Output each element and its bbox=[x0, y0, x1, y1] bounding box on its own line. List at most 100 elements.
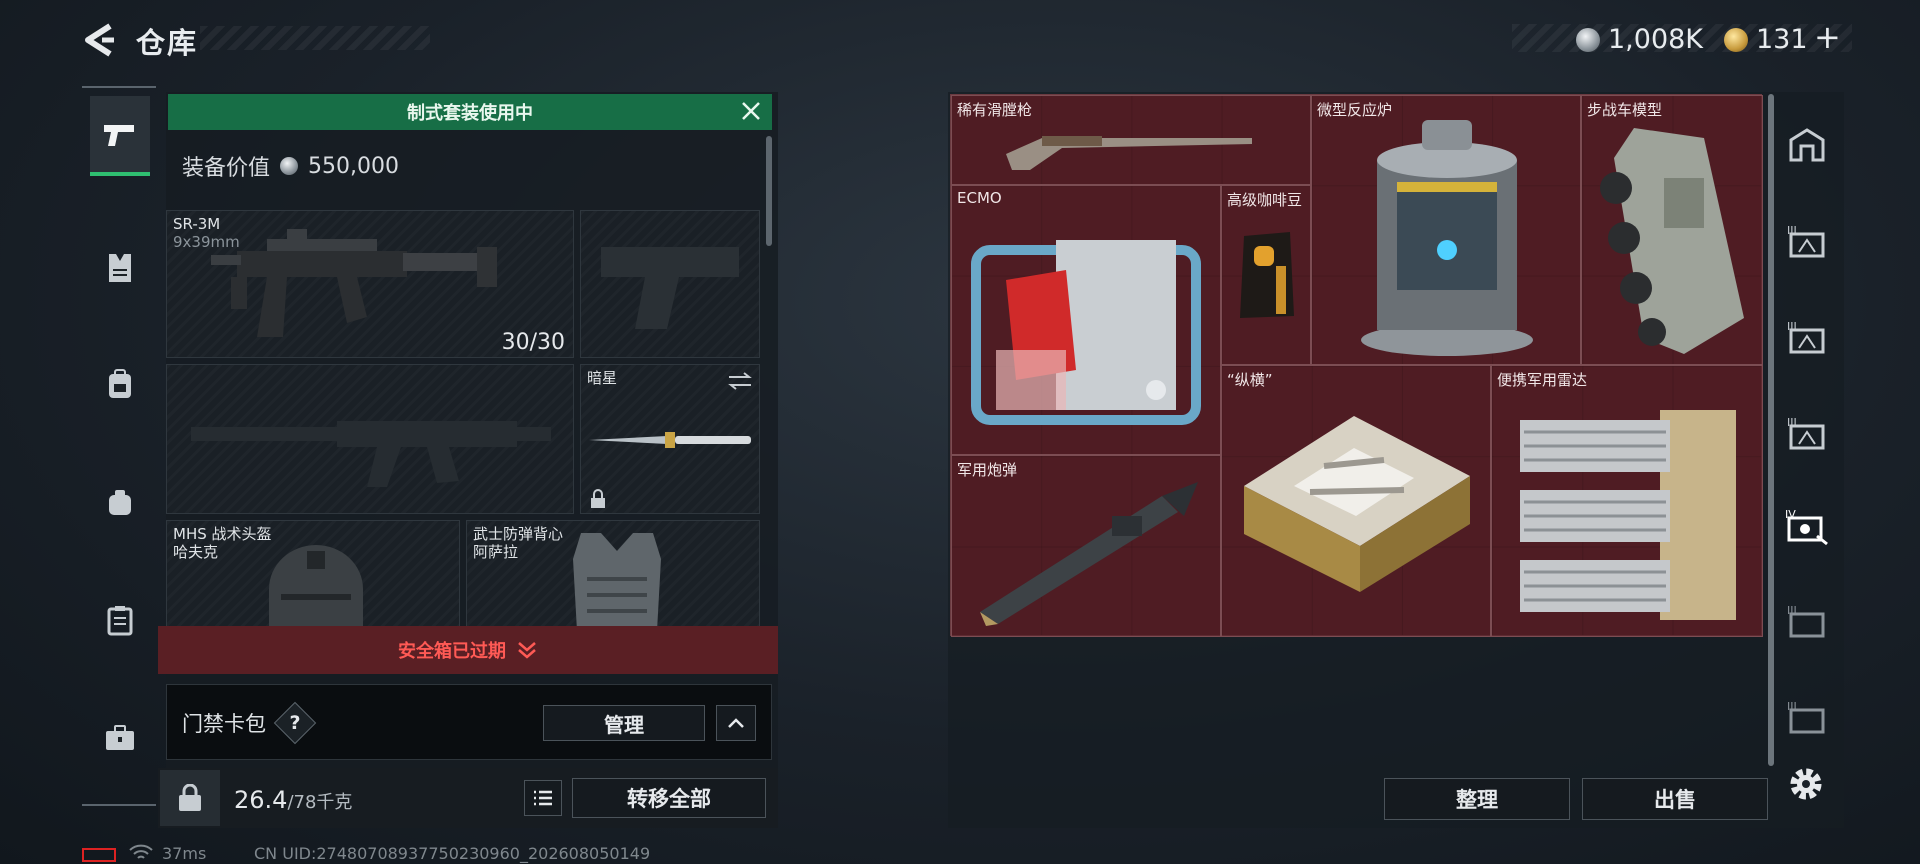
settings-gear-icon[interactable] bbox=[1784, 762, 1828, 806]
item-label: 便携军用雷达 bbox=[1497, 371, 1588, 389]
chess-set-icon bbox=[1244, 416, 1470, 592]
item-label: 步战车模型 bbox=[1587, 101, 1663, 119]
safe-box-status: 安全箱已过期 bbox=[398, 641, 506, 662]
portable-radar-icon bbox=[1520, 410, 1736, 620]
add-currency-button[interactable]: + bbox=[1814, 18, 1841, 56]
carry-weight-max: /78千克 bbox=[287, 792, 353, 813]
equipment-value-label: 装备价值 bbox=[182, 156, 271, 181]
item-label: 高级咖啡豆 bbox=[1227, 191, 1303, 209]
helmet-icon bbox=[269, 545, 363, 631]
tier-3-storage-icon: III bbox=[1787, 320, 1825, 354]
briefcase-icon bbox=[106, 725, 134, 750]
nav-item-case[interactable] bbox=[90, 580, 150, 660]
wifi-icon bbox=[129, 844, 153, 859]
tier-3-storage-icon: III bbox=[1787, 700, 1825, 734]
nav-divider bbox=[82, 86, 156, 88]
stash-grid: 稀有滑膛枪 微型反应炉 步战车模型 ECMO 高级咖啡豆 “纵横” 便携军用雷达… bbox=[950, 94, 1763, 637]
list-icon bbox=[534, 790, 552, 806]
sell-button[interactable]: 出售 bbox=[1582, 778, 1768, 820]
stash-item-artillery-shell[interactable]: 军用炮弹 bbox=[951, 455, 1221, 637]
carry-weight: 26.4/78千克 bbox=[234, 786, 352, 814]
ping-value: 37ms bbox=[162, 844, 207, 863]
storage-tab-1[interactable]: III bbox=[1782, 214, 1832, 266]
armor-subtitle: 阿萨拉 bbox=[473, 543, 519, 561]
body-armor-icon bbox=[573, 533, 661, 631]
battery-icon bbox=[82, 848, 116, 862]
armor-slot[interactable]: 武士防弹背心 阿萨拉 bbox=[466, 520, 760, 631]
storage-tab-6[interactable]: III bbox=[1782, 690, 1832, 742]
stash-item-premium-coffee[interactable]: 高级咖啡豆 bbox=[1221, 185, 1311, 365]
vest-icon bbox=[109, 254, 131, 282]
armor-name: 武士防弹背心 bbox=[473, 525, 564, 543]
gold-amount: 131 bbox=[1756, 24, 1808, 55]
loadout-scrollbar[interactable] bbox=[766, 136, 772, 246]
safehouse-tab[interactable] bbox=[1782, 118, 1832, 170]
expand-button[interactable] bbox=[716, 705, 756, 741]
safehouse-icon bbox=[1789, 128, 1825, 162]
nav-item-weapons[interactable] bbox=[90, 96, 150, 176]
double-chevron-down-icon bbox=[518, 642, 536, 659]
artillery-shell-icon bbox=[980, 482, 1198, 626]
equipment-value: 装备价值 550,000 bbox=[182, 150, 399, 182]
ecmo-icon bbox=[971, 240, 1201, 425]
storage-tab-2[interactable]: III bbox=[1782, 310, 1832, 362]
nav-divider bbox=[82, 804, 156, 806]
secondary-weapon-slot[interactable] bbox=[580, 210, 760, 358]
kg-lock-icon bbox=[179, 784, 201, 811]
transfer-all-button[interactable]: 转移全部 bbox=[572, 778, 766, 818]
musket-icon bbox=[1006, 136, 1252, 170]
left-nav bbox=[82, 86, 156, 806]
pouch-icon bbox=[109, 490, 131, 515]
stash-item-ifv-model[interactable]: 步战车模型 bbox=[1581, 95, 1763, 365]
stash-item-musket[interactable]: 稀有滑膛枪 bbox=[951, 95, 1311, 185]
ifv-model-icon bbox=[1600, 128, 1744, 354]
stash-scrollbar[interactable] bbox=[1768, 94, 1774, 766]
melee-slot[interactable]: 暗星 bbox=[580, 364, 760, 514]
silver-coin-icon bbox=[1576, 27, 1600, 52]
primary-weapon-slot-2[interactable] bbox=[166, 364, 574, 514]
equipment-value-amount: 550,000 bbox=[308, 153, 399, 179]
ammo-count: 30/30 bbox=[501, 330, 565, 355]
storage-tab-5[interactable]: III bbox=[1782, 594, 1832, 646]
helmet-subtitle: 哈夫克 bbox=[173, 543, 219, 561]
stash-item-micro-reactor[interactable]: 微型反应炉 bbox=[1311, 95, 1581, 365]
sort-button[interactable]: 整理 bbox=[1384, 778, 1570, 820]
stash-item-ecmo[interactable]: ECMO bbox=[951, 185, 1221, 455]
nav-item-briefcase[interactable] bbox=[90, 698, 150, 778]
rifle-silhouette-icon bbox=[191, 421, 551, 487]
swap-icon[interactable] bbox=[727, 371, 753, 391]
tier-3-storage-icon: III bbox=[1787, 224, 1825, 258]
manage-button[interactable]: 管理 bbox=[543, 705, 705, 741]
player-uid: CN UID:27480708937750230960_202608050149 bbox=[254, 844, 651, 863]
nav-item-pouch[interactable] bbox=[90, 462, 150, 542]
backpack-icon bbox=[109, 369, 131, 398]
list-view-button[interactable] bbox=[524, 780, 562, 816]
chevron-up-icon bbox=[728, 718, 744, 728]
knife-icon bbox=[589, 432, 751, 448]
item-label: 稀有滑膛枪 bbox=[957, 101, 1033, 119]
pistol-silhouette-icon bbox=[601, 247, 739, 329]
micro-reactor-icon bbox=[1361, 120, 1533, 356]
item-label: “纵横” bbox=[1227, 371, 1273, 389]
nav-item-backpack[interactable] bbox=[90, 344, 150, 424]
weight-lock-button[interactable] bbox=[160, 770, 220, 826]
tier-3-storage-icon: III bbox=[1787, 604, 1825, 638]
primary-weapon-slot[interactable]: SR-3M 9x39mm 30/30 bbox=[166, 210, 574, 358]
lock-icon bbox=[591, 489, 605, 508]
tier-3-storage-icon: III bbox=[1787, 416, 1825, 450]
stash-item-chess-set[interactable]: “纵横” bbox=[1221, 365, 1491, 637]
helmet-slot[interactable]: MHS 战术头盔 哈夫克 bbox=[166, 520, 460, 631]
nav-item-vest[interactable] bbox=[90, 228, 150, 308]
back-button[interactable] bbox=[82, 22, 116, 58]
storage-tab-3[interactable]: III bbox=[1782, 406, 1832, 458]
safe-box-status-bar[interactable]: 安全箱已过期 bbox=[158, 626, 778, 674]
close-icon[interactable] bbox=[734, 96, 768, 128]
silver-coin-icon bbox=[280, 157, 299, 175]
help-icon[interactable]: ? bbox=[280, 708, 310, 738]
sr-3m-rifle-icon bbox=[211, 229, 497, 337]
gold-coin-icon bbox=[1724, 27, 1748, 52]
storage-tab-4-active[interactable]: IV bbox=[1782, 500, 1832, 552]
stash-item-portable-radar[interactable]: 便携军用雷达 bbox=[1491, 365, 1763, 637]
gold-currency: 131 bbox=[1724, 24, 1808, 55]
page-title: 仓库 bbox=[136, 26, 199, 60]
